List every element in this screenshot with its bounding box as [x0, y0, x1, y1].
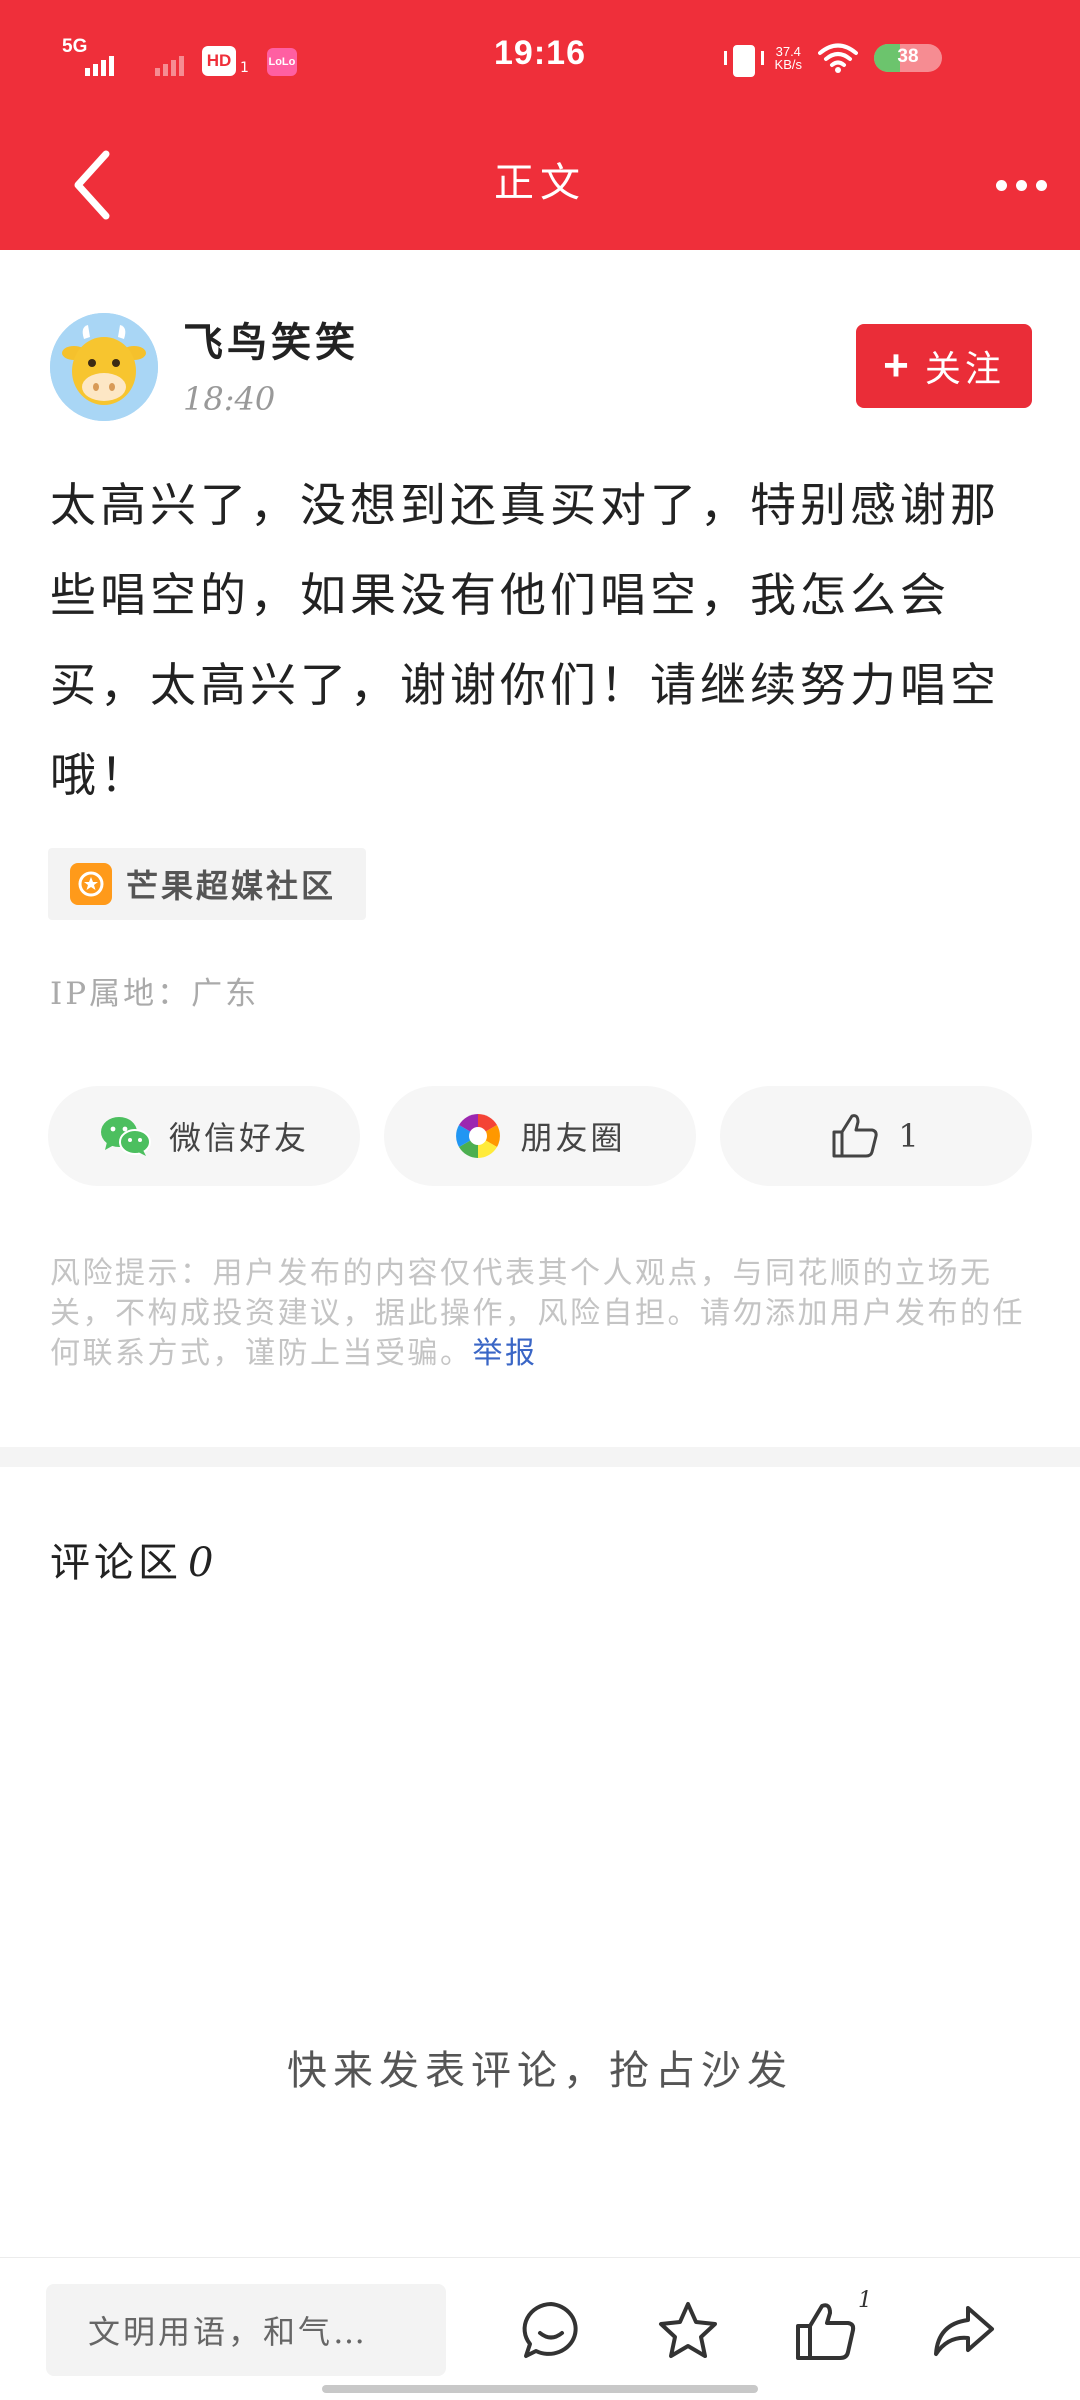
topic-tag[interactable]: 芒果超媒社区 [48, 848, 366, 920]
like-button[interactable]: 1 [720, 1086, 1032, 1186]
plus-icon: + [883, 341, 913, 390]
battery-indicator: 38 [874, 44, 942, 72]
status-right: 37.4 KB/s 38 [723, 42, 942, 77]
battery-level: 38 [897, 46, 919, 67]
share-wechat-button[interactable]: 微信好友 [48, 1086, 360, 1186]
more-dots-icon [995, 179, 1007, 191]
favorite-button[interactable] [653, 2296, 723, 2366]
author-name[interactable]: 飞鸟笑笑 [183, 310, 359, 368]
network-speed-unit: KB/s [774, 57, 802, 72]
bottom-like-button[interactable] [790, 2296, 860, 2366]
moments-icon [456, 1114, 501, 1158]
comment-input[interactable]: 文明用语，和气… [46, 2284, 446, 2376]
bottom-action-bar: 文明用语，和气… 1 [0, 2257, 1080, 2400]
comments-count: 0 [188, 1540, 218, 1586]
vibrate-icon [723, 43, 764, 77]
cow-avatar-icon [50, 313, 158, 421]
comment-button[interactable] [516, 2296, 586, 2366]
page-title: 正文 [494, 160, 586, 206]
follow-button[interactable]: + 关注 [856, 324, 1032, 408]
more-button[interactable] [986, 160, 1056, 210]
share-wechat-label: 微信好友 [168, 1119, 309, 1157]
risk-text: 风险提示：用户发布的内容仅代表其个人观点，与同花顺的立场无关，不构成投资建议，据… [50, 1256, 1025, 1371]
comments-title: 评论区 [50, 1540, 182, 1586]
share-button[interactable] [928, 2296, 998, 2366]
nav-bar: 正文 [0, 120, 1080, 250]
share-moments-button[interactable]: 朋友圈 [384, 1086, 696, 1186]
empty-comments-hint: 快来发表评论，抢占沙发 [287, 2048, 793, 2094]
thumbs-up-icon [796, 2303, 856, 2360]
wechat-icon [100, 1117, 151, 1156]
post-body: 太高兴了，没想到还真买对了，特别感谢那些唱空的，如果没有他们唱空，我怎么会买，太… [50, 478, 1000, 802]
status-bar: 5G HD 1 LoLo 19:16 37.4 KB/s 38 [0, 0, 1080, 120]
home-indicator[interactable] [322, 2385, 758, 2393]
share-row: 微信好友 朋友圈 1 [48, 1086, 1032, 1186]
top-header: 5G HD 1 LoLo 19:16 37.4 KB/s 38 正文 [0, 0, 1080, 250]
follow-label: 关注 [924, 349, 1005, 390]
report-link[interactable]: 举报 [473, 1336, 538, 1371]
comments-header: 评论区 0 [50, 1530, 217, 1588]
topic-label: 芒果超媒社区 [126, 867, 337, 905]
bottom-like-count: 1 [858, 2288, 872, 2313]
comment-bubble-icon [522, 2302, 578, 2358]
share-arrow-icon [934, 2306, 994, 2356]
network-speed: 37.4 KB/s [775, 45, 802, 71]
share-moments-label: 朋友圈 [520, 1119, 626, 1157]
mango-topic-icon [70, 863, 112, 905]
thumbs-up-icon [832, 1114, 878, 1158]
star-icon [659, 2302, 717, 2358]
wifi-icon [818, 43, 858, 73]
risk-notice: 风险提示：用户发布的内容仅代表其个人观点，与同花顺的立场无关，不构成投资建议，据… [50, 1254, 1035, 1374]
ip-location: IP属地：广东 [50, 976, 260, 1012]
like-count: 1 [898, 1117, 922, 1155]
avatar[interactable] [50, 313, 158, 421]
post-time: 18:40 [183, 380, 276, 418]
section-divider [0, 1447, 1080, 1467]
